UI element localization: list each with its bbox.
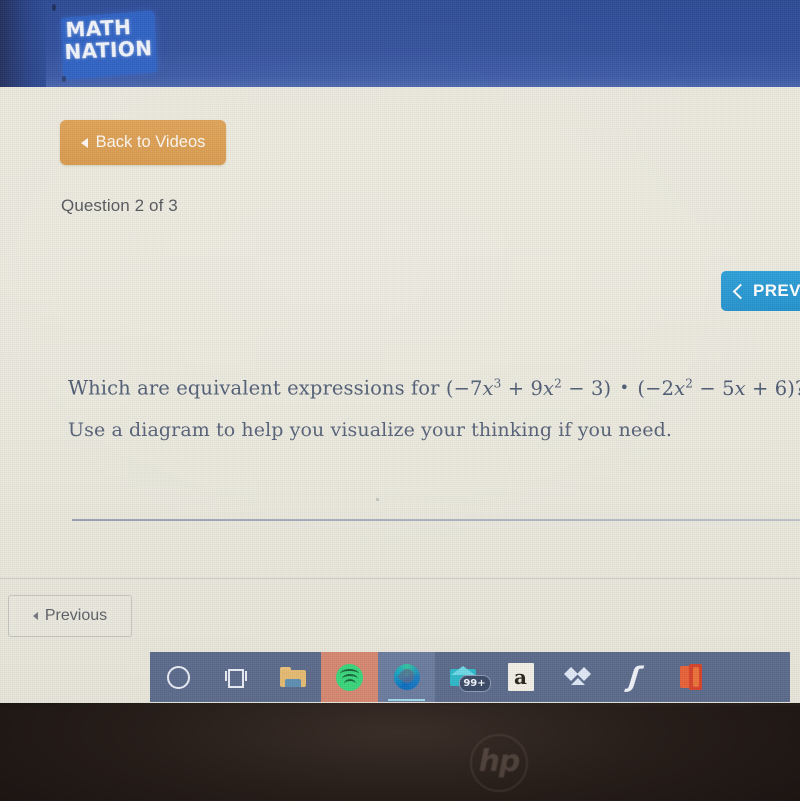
taskbar-item-microsoft-office[interactable]	[663, 652, 720, 702]
spotify-icon	[336, 663, 363, 691]
paren-close-1: )	[603, 376, 612, 400]
previous-button-label: Previous	[44, 607, 108, 624]
lightning-bolt-icon: ʃ	[627, 661, 642, 693]
logo-line-2: NATION	[64, 36, 153, 65]
term2-exponent: 2	[554, 376, 562, 391]
question-mark: ?	[795, 377, 800, 400]
previous-button[interactable]: Previous	[8, 595, 132, 637]
dust-speck	[62, 76, 66, 82]
operator-1: +	[507, 376, 525, 400]
question-text: Which are equivalent expressions for (−7…	[68, 375, 800, 443]
term1-exponent: 3	[493, 376, 502, 391]
question-counter: Question 2 of 3	[61, 196, 178, 215]
triangle-left-icon	[32, 612, 38, 620]
math-nation-logo[interactable]: MATH NATION	[64, 15, 157, 65]
amazon-icon: a	[507, 663, 534, 691]
paren-open-2: (	[637, 376, 646, 400]
term2-variable: x	[543, 376, 555, 400]
term1-variable: x	[482, 376, 494, 400]
windows-taskbar: 99+ a ʃ	[150, 652, 790, 702]
multiplication-dot-icon: •	[619, 378, 630, 397]
operator-4: +	[752, 376, 769, 400]
task-view-icon	[224, 668, 247, 688]
term2-coefficient: 9	[530, 376, 544, 400]
circle-icon	[167, 665, 190, 689]
triangle-left-icon	[80, 137, 88, 148]
question-line-2: Use a diagram to help you visualize your…	[68, 418, 672, 441]
dust-speck	[376, 498, 379, 501]
term5-variable: x	[734, 376, 746, 400]
laptop-screen: MATH NATION Back to Videos Question 2 of…	[0, 0, 800, 703]
taskbar-item-amazon[interactable]: a	[492, 652, 549, 702]
taskbar-item-mail[interactable]: 99+	[435, 652, 492, 702]
dust-speck	[52, 4, 56, 11]
header-left-shadow	[0, 0, 46, 87]
dropbox-icon	[564, 665, 591, 689]
taskbar-item-task-view[interactable]	[207, 652, 264, 702]
taskbar-item-lightning-app[interactable]: ʃ	[606, 652, 663, 702]
taskbar-item-microsoft-edge[interactable]	[378, 652, 435, 702]
question-prompt: Which are equivalent expressions for	[68, 376, 440, 400]
mail-unread-badge: 99+	[458, 675, 491, 692]
photograph-of-laptop-screen: MATH NATION Back to Videos Question 2 of…	[0, 0, 800, 801]
bezel-edge	[0, 703, 800, 706]
mail-icon: 99+	[449, 666, 491, 692]
math-expression: (−7x3 + 9x2 − 3) • (−2x2 − 5x + 6)?	[446, 377, 800, 400]
term1-coefficient: −7	[453, 376, 483, 400]
chevron-left-icon	[732, 283, 749, 299]
taskbar-item-file-explorer[interactable]	[264, 652, 321, 702]
answer-area-divider	[72, 519, 800, 521]
taskbar-item-dropbox[interactable]	[549, 652, 606, 702]
laptop-bezel	[0, 703, 800, 801]
term4-coefficient: −2	[645, 376, 675, 400]
prev-button-top[interactable]: PREV	[721, 271, 800, 311]
footer-divider	[0, 578, 800, 579]
term4-variable: x	[674, 376, 686, 400]
paren-open-1: (	[445, 376, 454, 400]
operator-2: −	[568, 376, 585, 400]
term4-exponent: 2	[685, 376, 693, 391]
paren-close-2: )	[787, 376, 796, 400]
folder-icon	[279, 667, 306, 687]
term6-constant: 6	[774, 376, 788, 400]
term3-constant: 3	[591, 376, 604, 400]
taskbar-item-spotify[interactable]	[321, 652, 378, 702]
hp-logo: hp	[470, 734, 528, 792]
term5-coefficient: 5	[722, 376, 735, 400]
back-to-videos-label: Back to Videos	[95, 133, 206, 151]
prev-button-top-label: PREV	[753, 281, 800, 300]
office-icon	[679, 664, 704, 690]
edge-icon	[393, 664, 420, 690]
page-body: Back to Videos Question 2 of 3 PREV Whic…	[0, 87, 800, 703]
operator-3: −	[699, 376, 716, 400]
taskbar-item-cortana[interactable]	[150, 652, 207, 702]
back-to-videos-button[interactable]: Back to Videos	[60, 120, 226, 165]
site-header: MATH NATION	[0, 0, 800, 87]
question-line-1: Which are equivalent expressions for (−7…	[68, 375, 800, 402]
